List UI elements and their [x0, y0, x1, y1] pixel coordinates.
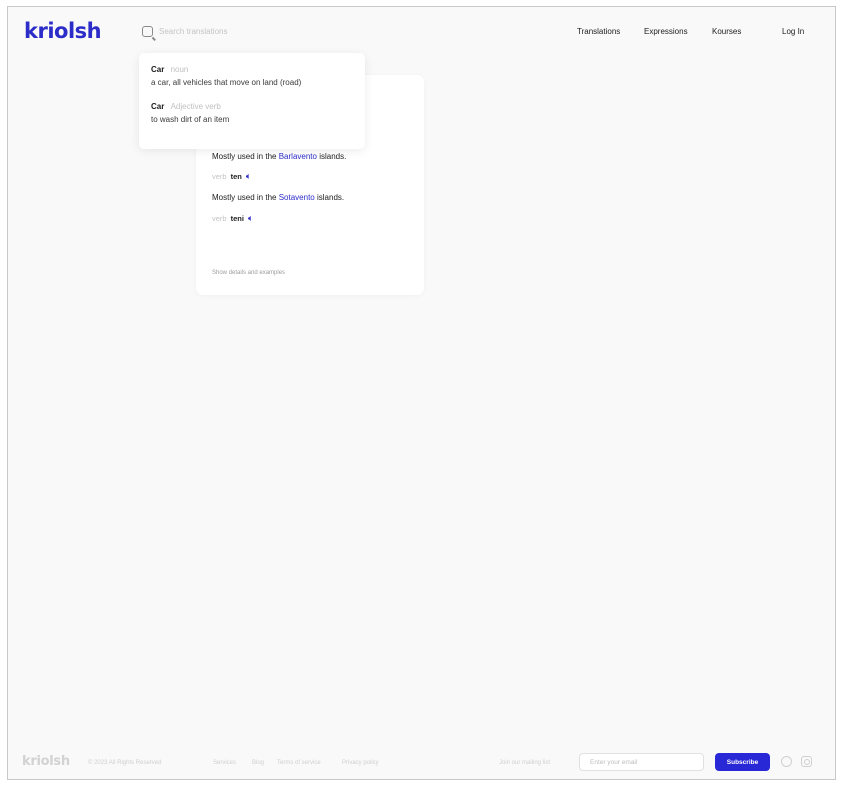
region-note-barlavento: Mostly used in the Barlavento islands. — [212, 152, 346, 161]
facebook-icon[interactable] — [781, 756, 792, 767]
newsletter-label: Join our mailing list — [499, 760, 551, 766]
verb-word: ten — [230, 172, 242, 181]
search-icon — [142, 25, 153, 37]
app-frame: kriolsh Translations Expressions Kourses… — [7, 6, 836, 780]
subscribe-button[interactable]: Subscribe — [715, 753, 770, 771]
verb-word: teni — [230, 214, 244, 223]
suggestion-item[interactable]: Car noun a car, all vehicles that move o… — [151, 65, 353, 88]
search-input[interactable] — [159, 26, 329, 36]
region-prefix: Mostly used in the — [212, 193, 277, 202]
sotavento-link[interactable]: Sotavento — [279, 193, 315, 202]
speaker-icon[interactable]: 🔈︎ — [246, 171, 251, 182]
verb-tag: verb — [212, 214, 227, 223]
copyright: © 2023 All Rights Reserved — [88, 760, 162, 766]
footer: kriolsh © 2023 All Rights Reserved Servi… — [8, 749, 835, 779]
suggestion-word: Car — [151, 65, 165, 74]
nav-kourses[interactable]: Kourses — [712, 27, 741, 36]
verb-line-ten: verb ten 🔈︎ — [212, 171, 251, 182]
suggestion-pos: Adjective verb — [170, 102, 221, 111]
verb-tag: verb — [212, 172, 227, 181]
nav-expressions[interactable]: Expressions — [644, 27, 688, 36]
suggestion-definition: a car, all vehicles that move on land (r… — [151, 78, 302, 87]
footer-link-blog[interactable]: Blog — [252, 760, 264, 766]
suggestion-item[interactable]: Car Adjective verb to wash dirt of an it… — [151, 102, 353, 125]
barlavento-link[interactable]: Barlavento — [279, 152, 317, 161]
footer-logo[interactable]: kriolsh — [22, 754, 70, 769]
search-bar[interactable] — [142, 21, 342, 41]
speaker-icon[interactable]: 🔈︎ — [248, 213, 253, 224]
footer-link-services[interactable]: Services — [213, 760, 236, 766]
suggestion-definition: to wash dirt of an item — [151, 115, 230, 124]
region-note-sotavento: Mostly used in the Sotavento islands. — [212, 193, 344, 202]
show-details-link[interactable]: Show details and examples — [212, 270, 285, 276]
logo[interactable]: kriolsh — [24, 19, 102, 43]
top-header: kriolsh Translations Expressions Kourses… — [8, 7, 835, 59]
verb-line-teni: verb teni 🔈︎ — [212, 213, 253, 224]
footer-link-privacy[interactable]: Privacy policy — [342, 760, 379, 766]
region-suffix: islands. — [316, 193, 345, 202]
login-link[interactable]: Log In — [782, 27, 804, 36]
region-prefix: Mostly used in the — [212, 152, 277, 161]
suggestion-word: Car — [151, 102, 165, 111]
suggestion-pos: noun — [170, 65, 189, 74]
footer-link-terms[interactable]: Terms of service — [277, 760, 321, 766]
email-field[interactable] — [579, 753, 704, 771]
nav-translations[interactable]: Translations — [577, 27, 620, 36]
instagram-icon[interactable] — [801, 756, 812, 767]
region-suffix: islands. — [319, 152, 347, 161]
search-suggestions: Car noun a car, all vehicles that move o… — [139, 53, 365, 149]
